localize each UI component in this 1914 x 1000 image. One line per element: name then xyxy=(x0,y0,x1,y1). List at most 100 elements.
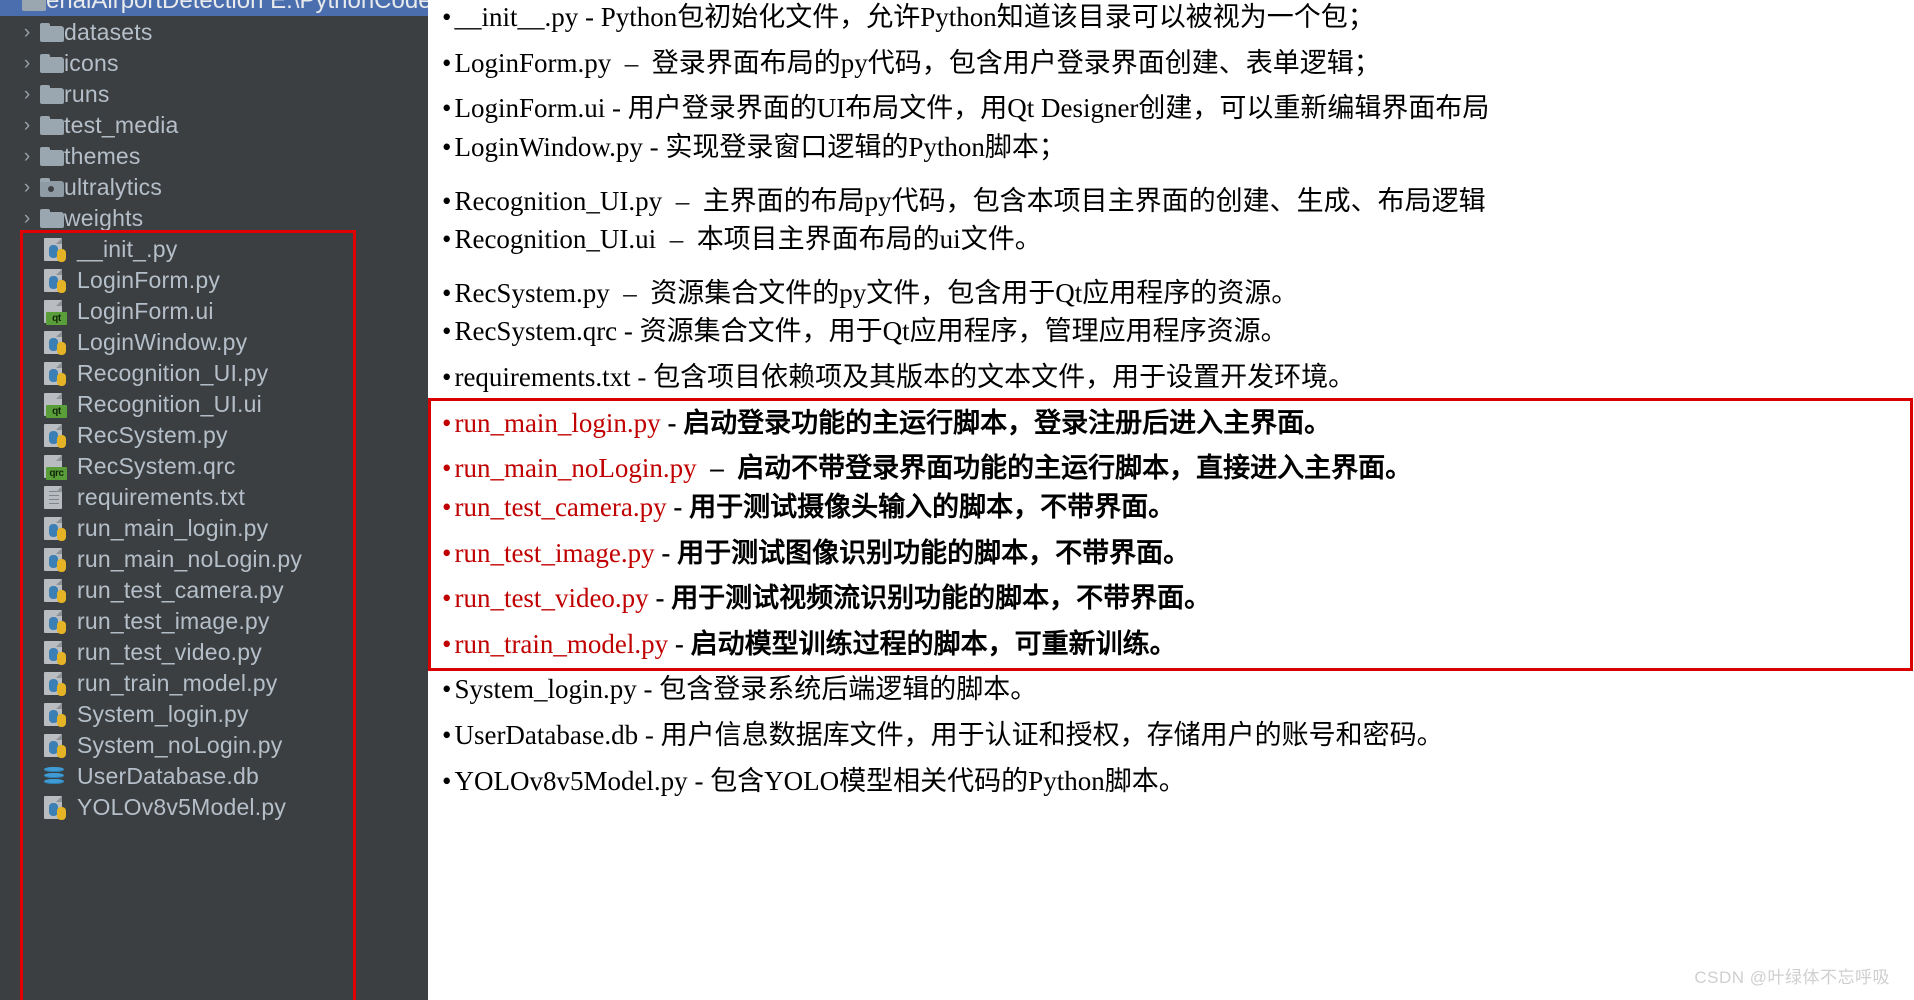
entry-description: 启动登录功能的主运行脚本，登录注册后进入主界面。 xyxy=(683,407,1332,438)
python-file-icon xyxy=(42,547,68,572)
document-entry: • run_test_image.py - 用于测试图像识别功能的脚本，不带界面。 xyxy=(436,536,1914,572)
tree-file-row[interactable]: YOLOv8v5Model.py xyxy=(0,792,428,823)
entry-separator: - xyxy=(687,765,711,796)
chevron-right-icon[interactable]: › xyxy=(14,209,40,228)
document-panel: • __init__.py - Python包初始化文件，允许Python知道该目… xyxy=(428,0,1914,1000)
python-file-icon xyxy=(42,578,68,603)
tree-file-row[interactable]: run_test_camera.py xyxy=(0,575,428,606)
entry-separator: - xyxy=(654,537,678,568)
folder-icon xyxy=(40,23,64,42)
chevron-right-icon[interactable]: › xyxy=(14,178,40,197)
entry-separator: – xyxy=(656,224,697,255)
entry-description: 本项目主界面布局的ui文件。 xyxy=(696,224,1042,255)
database-file-icon xyxy=(42,765,68,789)
entry-filename: LoginForm.py xyxy=(454,47,612,78)
bullet-icon: • xyxy=(442,277,452,308)
chevron-right-icon[interactable]: › xyxy=(14,54,40,73)
bullet-icon: • xyxy=(442,362,452,392)
tree-file-label: YOLOv8v5Model.py xyxy=(77,794,287,820)
tree-file-row[interactable]: System_login.py xyxy=(0,699,428,730)
tree-file-row[interactable]: run_train_model.py xyxy=(0,668,428,699)
python-file-icon xyxy=(42,795,68,820)
tree-folder-row[interactable]: › weights xyxy=(0,203,428,234)
tree-folder-row[interactable]: › datasets xyxy=(0,17,428,48)
entry-filename: __init__.py xyxy=(454,2,579,32)
document-entry: • RecSystem.py – 资源集合文件的py文件，包含用于Qt应用程序的资… xyxy=(436,276,1914,312)
bullet-icon: • xyxy=(442,224,452,255)
qt-qrc-file-icon: qrc xyxy=(42,454,68,480)
tree-file-label: LoginWindow.py xyxy=(77,329,248,355)
entry-separator: - xyxy=(638,720,661,750)
project-tree-panel[interactable]: AerialAirportDetection E:\PythonCode\P\ … xyxy=(0,0,428,1000)
entry-separator: - xyxy=(668,628,691,659)
entry-filename: System_login.py xyxy=(454,674,637,705)
bullet-icon: • xyxy=(442,491,452,522)
tree-folder-label: runs xyxy=(64,81,110,107)
qt-ui-file-icon: qt xyxy=(42,392,68,418)
tree-file-row[interactable]: run_test_image.py xyxy=(0,606,428,637)
entry-separator: – xyxy=(662,185,703,216)
tree-file-row[interactable]: UserDatabase.db xyxy=(0,761,428,792)
python-file-icon xyxy=(42,423,68,448)
document-entry: • Recognition_UI.ui – 本项目主界面布局的ui文件。 xyxy=(436,222,1914,258)
tree-folder-row[interactable]: › icons xyxy=(0,48,428,79)
tree-file-label: run_main_login.py xyxy=(77,515,269,541)
tree-file-label: run_test_video.py xyxy=(77,639,262,665)
entry-description: 用户登录界面的UI布局文件，用Qt Designer创建，可以重新编辑界面布局 xyxy=(627,93,1490,124)
chevron-right-icon[interactable]: › xyxy=(14,23,40,42)
bullet-icon: • xyxy=(442,185,452,216)
tree-file-row[interactable]: qt LoginForm.ui xyxy=(0,296,428,327)
entry-filename: YOLOv8v5Model.py xyxy=(454,765,688,796)
entry-description: 资源集合文件的py文件，包含用于Qt应用程序的资源。 xyxy=(650,277,1299,308)
tree-file-row[interactable]: Recognition_UI.py xyxy=(0,358,428,389)
tree-file-row[interactable]: qt Recognition_UI.ui xyxy=(0,389,428,420)
entry-separator: - xyxy=(578,2,601,32)
bullet-icon: • xyxy=(442,316,452,347)
python-file-icon xyxy=(42,330,68,355)
entry-description: 包含登录系统后端逻辑的脚本。 xyxy=(659,674,1038,705)
tree-folder-row[interactable]: › runs xyxy=(0,79,428,110)
entry-separator: - xyxy=(630,362,654,392)
tree-file-row[interactable]: run_main_login.py xyxy=(0,513,428,544)
tree-file-row[interactable]: LoginForm.py xyxy=(0,265,428,296)
document-entry: • run_test_camera.py - 用于测试摄像头输入的脚本，不带界面。 xyxy=(436,490,1914,526)
tree-file-row[interactable]: qrc RecSystem.qrc xyxy=(0,451,428,482)
chevron-right-icon[interactable]: › xyxy=(14,147,40,166)
python-file-icon xyxy=(42,268,68,293)
project-root-row[interactable]: AerialAirportDetection E:\PythonCode\P\ xyxy=(0,0,428,16)
tree-file-row[interactable]: RecSystem.py xyxy=(0,420,428,451)
entry-separator: - xyxy=(642,131,666,162)
entry-description: 用于测试摄像头输入的脚本，不带界面。 xyxy=(689,491,1176,522)
tree-file-row[interactable]: requirements.txt xyxy=(0,482,428,513)
entry-description: 主界面的布局py代码，包含本项目主界面的创建、生成、布局逻辑 xyxy=(702,185,1486,216)
document-entry: • Recognition_UI.py – 主界面的布局py代码，包含本项目主界面… xyxy=(436,184,1914,220)
entry-separator: - xyxy=(666,491,690,522)
tree-folder-row[interactable]: › themes xyxy=(0,141,428,172)
tree-file-label: __init_.py xyxy=(77,236,178,262)
python-file-icon xyxy=(42,733,68,758)
tree-file-row[interactable]: run_main_noLogin.py xyxy=(0,544,428,575)
tree-file-row[interactable]: run_test_video.py xyxy=(0,637,428,668)
tree-folder-row[interactable]: › ultralytics xyxy=(0,172,428,203)
entry-description: 实现登录窗口逻辑的Python脚本； xyxy=(665,131,1066,162)
tree-folder-row[interactable]: › test_media xyxy=(0,110,428,141)
bullet-icon: • xyxy=(442,407,452,438)
tree-file-row[interactable]: __init_.py xyxy=(0,234,428,265)
entry-description: 启动不带登录界面功能的主运行脚本，直接进入主界面。 xyxy=(737,453,1413,484)
bullet-icon: • xyxy=(442,131,452,162)
tree-file-row[interactable]: System_noLogin.py xyxy=(0,730,428,761)
entry-filename: run_main_noLogin.py xyxy=(454,453,697,484)
entry-description: 登录界面布局的py代码，包含用户登录界面创建、表单逻辑； xyxy=(651,47,1381,78)
entry-filename: run_test_video.py xyxy=(454,583,649,614)
tree-file-row[interactable]: LoginWindow.py xyxy=(0,327,428,358)
screenshot-root: AerialAirportDetection E:\PythonCode\P\ … xyxy=(0,0,1914,1000)
entry-description: 包含YOLO模型相关代码的Python脚本。 xyxy=(710,765,1186,796)
tree-file-label: requirements.txt xyxy=(77,484,246,510)
project-root-label: AerialAirportDetection E:\PythonCode\P\ xyxy=(30,0,428,14)
bullet-icon: • xyxy=(442,628,452,659)
chevron-right-icon[interactable]: › xyxy=(14,116,40,135)
entry-filename: RecSystem.py xyxy=(454,277,610,308)
chevron-right-icon[interactable]: › xyxy=(14,85,40,104)
folder-icon xyxy=(40,209,64,228)
tree-folder-label: test_media xyxy=(64,112,179,138)
